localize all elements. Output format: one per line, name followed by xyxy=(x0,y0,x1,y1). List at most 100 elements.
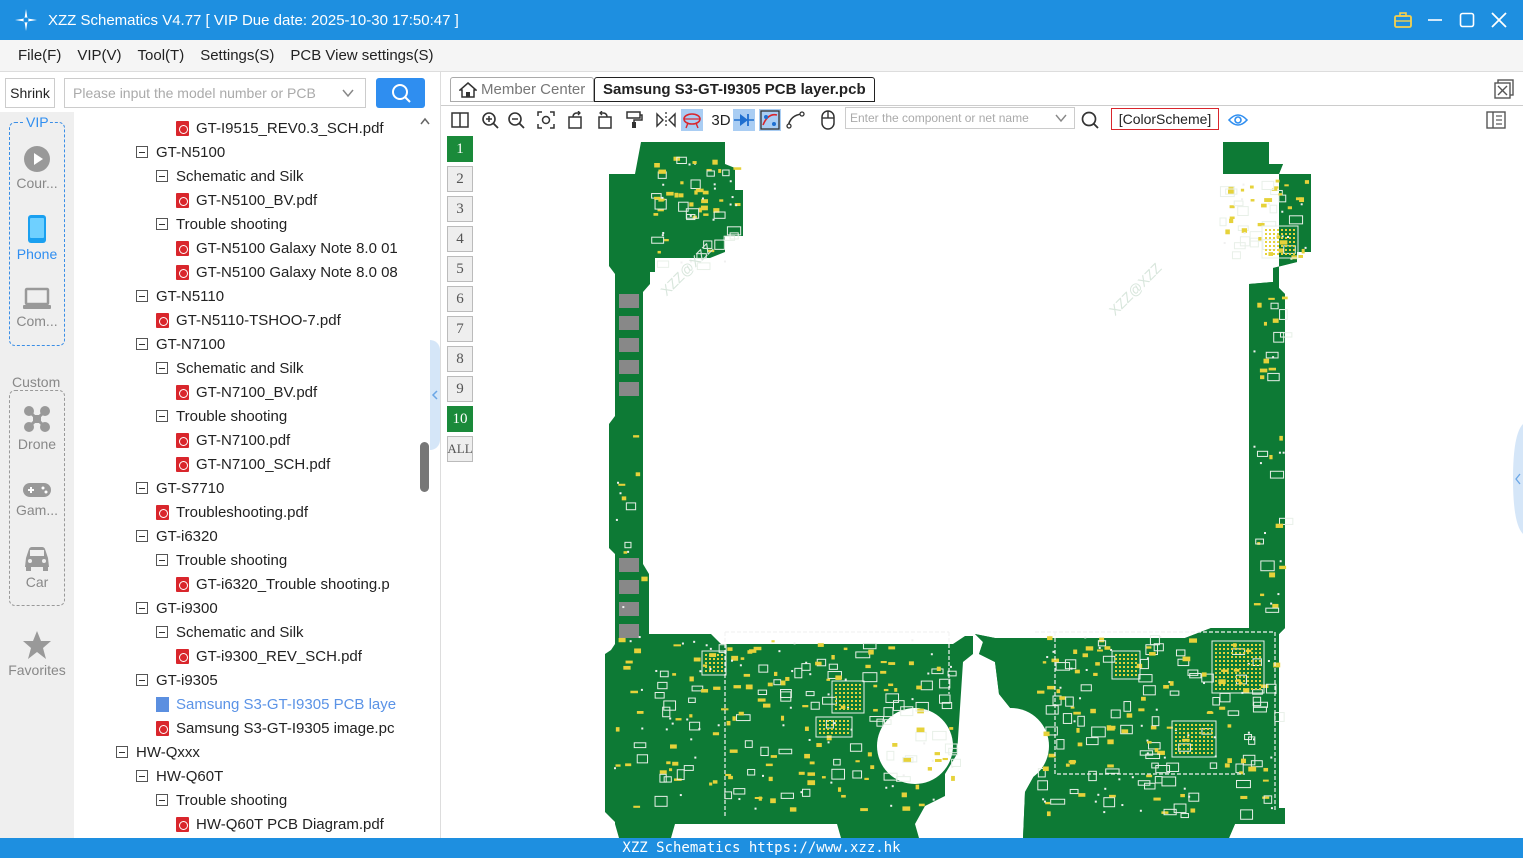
layer-button-4[interactable]: 4 xyxy=(447,226,473,252)
layer-button-6[interactable]: 6 xyxy=(447,286,473,312)
diode-icon[interactable] xyxy=(733,109,755,131)
collapse-icon[interactable] xyxy=(156,218,168,230)
category-drone[interactable]: Drone xyxy=(0,404,74,452)
tree-folder[interactable]: Trouble shooting xyxy=(156,788,287,812)
tree-folder[interactable]: Schematic and Silk xyxy=(156,164,304,188)
close-tabs-icon[interactable] xyxy=(1494,79,1514,99)
tree-scrollbar[interactable] xyxy=(418,112,432,838)
tree-folder[interactable]: GT-N7100 xyxy=(136,332,225,356)
tree-pdf-file[interactable]: GT-N5110-TSHOO-7.pdf xyxy=(156,308,341,332)
category-favorites[interactable]: Favorites xyxy=(0,630,74,678)
layer-button-9[interactable]: 9 xyxy=(447,376,473,402)
collapse-icon[interactable] xyxy=(136,674,148,686)
measure-icon[interactable] xyxy=(785,109,807,131)
tree-pdf-file[interactable]: GT-i6320_Trouble shooting.p xyxy=(176,572,390,596)
collapse-icon[interactable] xyxy=(156,410,168,422)
tree-pdf-file[interactable]: GT-N7100_BV.pdf xyxy=(176,380,317,404)
layer-button-7[interactable]: 7 xyxy=(447,316,473,342)
pane-splitter[interactable] xyxy=(430,340,440,450)
tree-pdf-file[interactable]: GT-N7100_SCH.pdf xyxy=(176,452,330,476)
scroll-up-icon[interactable] xyxy=(419,116,431,126)
menu-vip[interactable]: VIP(V) xyxy=(77,47,121,64)
tab-pcb-file[interactable]: Samsung S3-GT-I9305 PCB layer.pcb xyxy=(594,77,875,102)
tree-folder[interactable]: HW-Qxxx xyxy=(116,740,200,764)
tree-folder[interactable]: GT-S7710 xyxy=(136,476,224,500)
collapse-icon[interactable] xyxy=(156,554,168,566)
expand-right-icon[interactable] xyxy=(1513,424,1523,534)
split-view-icon[interactable] xyxy=(449,109,471,131)
collapse-icon[interactable] xyxy=(156,626,168,638)
menu-pcb-view-settings[interactable]: PCB View settings(S) xyxy=(290,47,433,64)
layer-button-10[interactable]: 10 xyxy=(447,406,473,432)
tree-folder[interactable]: GT-i6320 xyxy=(136,524,218,548)
color-scheme-button[interactable]: [ColorScheme] xyxy=(1111,108,1219,130)
tree-folder[interactable]: Trouble shooting xyxy=(156,548,287,572)
layer-button-2[interactable]: 2 xyxy=(447,166,473,192)
layer-button-all[interactable]: ALL xyxy=(447,436,473,462)
collapse-icon[interactable] xyxy=(156,170,168,182)
mouse-icon[interactable] xyxy=(817,109,839,131)
chevron-down-icon[interactable] xyxy=(341,86,355,100)
layer-button-8[interactable]: 8 xyxy=(447,346,473,372)
pcb-canvas[interactable]: XZZ@XZZ XZZ@XZZ xyxy=(475,134,1523,838)
layer-button-5[interactable]: 5 xyxy=(447,256,473,282)
layer-button-1[interactable]: 1 xyxy=(447,136,473,162)
tree-folder[interactable]: GT-i9300 xyxy=(136,596,218,620)
maximize-button[interactable] xyxy=(1457,10,1477,30)
category-computer[interactable]: Com... xyxy=(0,287,74,329)
side-panel-icon[interactable] xyxy=(1485,109,1507,131)
eye-icon[interactable] xyxy=(1227,109,1249,131)
fit-view-icon[interactable] xyxy=(535,109,557,131)
category-game[interactable]: Gam... xyxy=(0,480,74,518)
tree-pdf-file[interactable]: Samsung S3-GT-I9305 image.pc xyxy=(156,716,394,740)
menu-tool[interactable]: Tool(T) xyxy=(138,47,185,64)
briefcase-icon[interactable] xyxy=(1393,10,1413,30)
category-courses[interactable]: Cour... xyxy=(0,145,74,191)
format-painter-icon[interactable] xyxy=(623,109,645,131)
tree-pdf-file[interactable]: GT-i9300_REV_SCH.pdf xyxy=(176,644,362,668)
collapse-icon[interactable] xyxy=(136,770,148,782)
rotate-right-icon[interactable] xyxy=(593,109,615,131)
tree-pdf-file[interactable]: GT-N7100.pdf xyxy=(176,428,290,452)
view-3d-button[interactable]: 3D xyxy=(706,109,736,131)
tree-folder[interactable]: Schematic and Silk xyxy=(156,356,304,380)
tree-folder[interactable]: Trouble shooting xyxy=(156,212,287,236)
collapse-icon[interactable] xyxy=(116,746,128,758)
tree-pdf-file[interactable]: Troubleshooting.pdf xyxy=(156,500,308,524)
close-button[interactable] xyxy=(1489,10,1509,30)
zoom-out-icon[interactable] xyxy=(505,109,527,131)
tree-pdf-file[interactable]: GT-N5100 Galaxy Note 8.0 08 xyxy=(176,260,398,284)
tree-pdf-file[interactable]: GT-N5100 Galaxy Note 8.0 01 xyxy=(176,236,398,260)
shrink-button[interactable]: Shrink xyxy=(5,78,55,108)
component-search-input[interactable]: Enter the component or net name xyxy=(845,107,1075,129)
menu-settings[interactable]: Settings(S) xyxy=(200,47,274,64)
collapse-icon[interactable] xyxy=(136,290,148,302)
pcb-board-drawing[interactable]: XZZ@XZZ XZZ@XZZ xyxy=(475,134,1523,838)
scroll-thumb[interactable] xyxy=(420,442,429,492)
collapse-icon[interactable] xyxy=(136,482,148,494)
collapse-icon[interactable] xyxy=(136,338,148,350)
tree-folder[interactable]: HW-Q60T xyxy=(136,764,223,788)
net-highlight-icon[interactable] xyxy=(759,109,781,131)
minimize-button[interactable] xyxy=(1425,10,1445,30)
model-search-input[interactable]: Please input the model number or PCB xyxy=(64,78,366,108)
search-icon[interactable] xyxy=(1079,109,1101,131)
layer-button-3[interactable]: 3 xyxy=(447,196,473,222)
tree-pdf-file[interactable]: HW-Q60T PCB Diagram.pdf xyxy=(176,812,384,836)
tree-folder[interactable]: Schematic and Silk xyxy=(156,620,304,644)
collapse-icon[interactable] xyxy=(136,602,148,614)
mirror-icon[interactable] xyxy=(655,109,677,131)
chevron-down-icon[interactable] xyxy=(1054,112,1068,124)
collapse-left-icon[interactable] xyxy=(431,390,439,400)
category-phone[interactable]: Phone xyxy=(0,214,74,262)
tree-pdf-file[interactable]: GT-I9515_REV0.3_SCH.pdf xyxy=(176,116,384,140)
tree-pcb-file[interactable]: Samsung S3-GT-I9305 PCB laye xyxy=(156,692,396,716)
tree-folder[interactable]: GT-i9305 xyxy=(136,668,218,692)
tab-member-center[interactable]: Member Center xyxy=(450,77,595,102)
rotate-left-icon[interactable] xyxy=(565,109,587,131)
tree-pdf-file[interactable]: GT-N5100_BV.pdf xyxy=(176,188,317,212)
flip-board-icon[interactable] xyxy=(681,109,703,131)
tree-folder[interactable]: Trouble shooting xyxy=(156,404,287,428)
collapse-icon[interactable] xyxy=(136,530,148,542)
menu-file[interactable]: File(F) xyxy=(18,47,61,64)
